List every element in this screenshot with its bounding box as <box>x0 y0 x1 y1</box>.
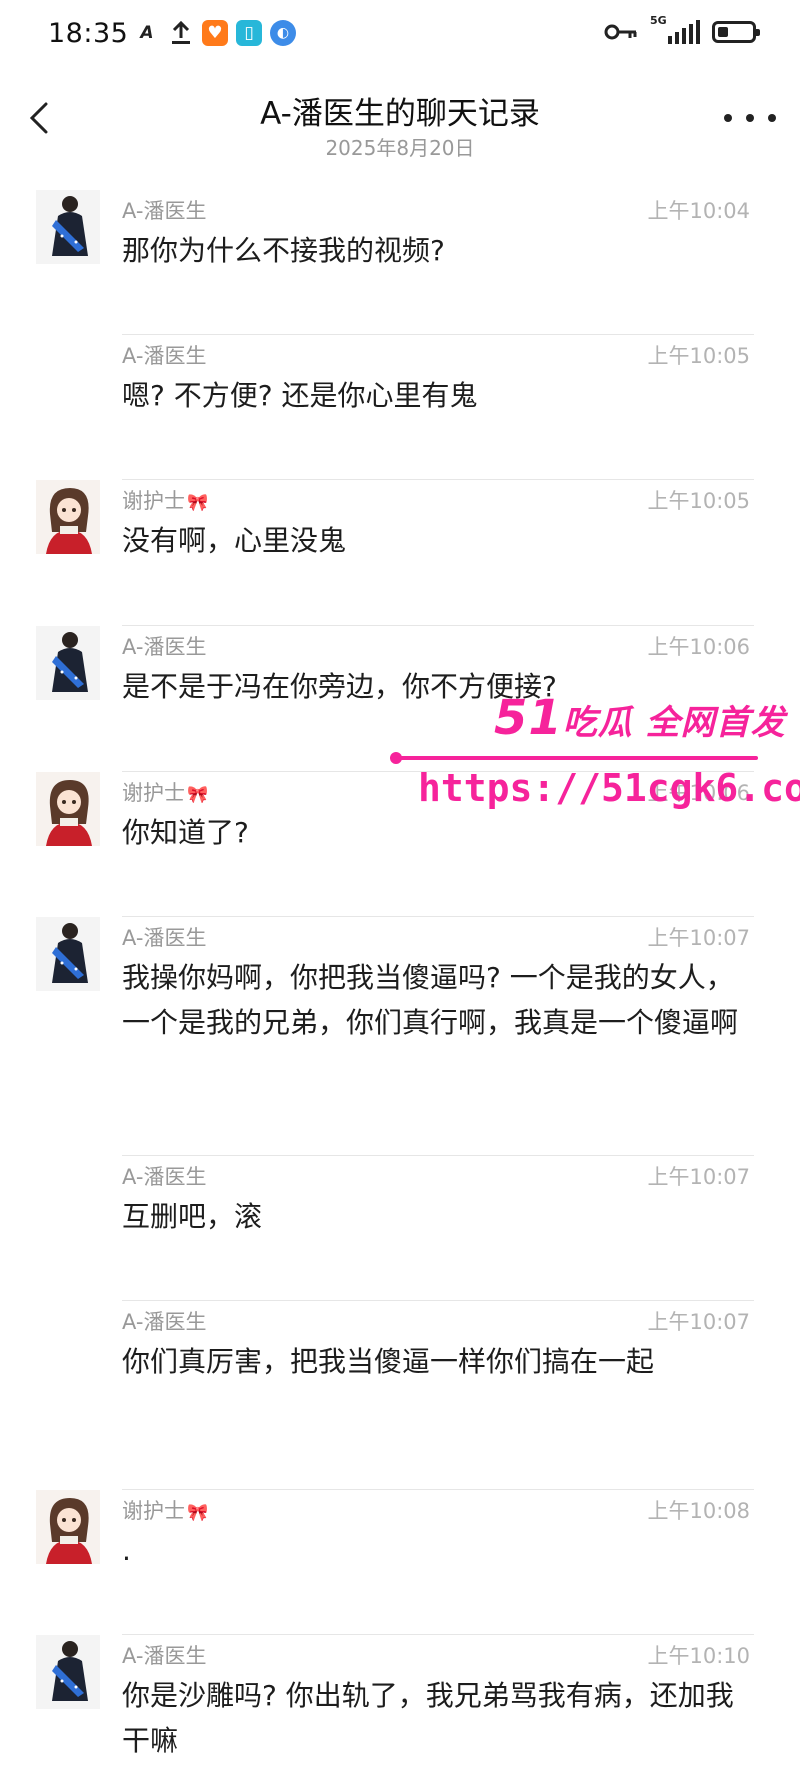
sender-name: A-潘医生 <box>122 340 206 370</box>
status-bar: 18:35 A ♥ ▯ ◐ 5G <box>0 0 800 76</box>
status-time: 18:35 <box>48 18 129 49</box>
upload-arrow-icon <box>168 20 194 46</box>
browser-app-icon: ◐ <box>270 20 296 46</box>
sender-name: 谢护士 🎀 <box>122 485 208 515</box>
status-notification-icons: A ♥ ▯ ◐ <box>134 20 296 46</box>
male-avatar[interactable] <box>36 1635 100 1709</box>
message-text: 没有啊，心里没鬼 <box>122 524 347 557</box>
message-time: 上午10:06 <box>647 635 750 659</box>
message-item[interactable]: A-潘医生 上午10:05 嗯? 不方便? 还是你心里有鬼 <box>0 335 800 480</box>
bow-icon: 🎀 <box>187 785 209 805</box>
sender-name-text: A-潘医生 <box>122 199 207 223</box>
sender-name: A-潘医生 <box>122 1306 206 1336</box>
message-item[interactable]: A-潘医生 上午10:10 你是沙雕吗? 你出轨了，我兄弟骂我有病，还加我干嘛 <box>0 1635 800 1775</box>
message-time: 上午10:07 <box>647 1165 750 1189</box>
a-letter-icon: A <box>140 23 154 43</box>
battery-icon <box>712 21 760 43</box>
message-item[interactable]: A-潘医生 上午10:07 我操你妈啊，你把我当傻逼吗? 一个是我的女人，一个是我的… <box>0 917 800 1156</box>
sender-name-text: A-潘医生 <box>122 1165 207 1189</box>
more-dot-icon <box>746 114 754 122</box>
sender-name: A-潘医生 <box>122 195 206 225</box>
signal-indicator: 5G <box>650 14 700 44</box>
message-time: 上午10:04 <box>647 199 750 223</box>
sender-name: A-潘医生 <box>122 1161 206 1191</box>
message-time: 上午10:08 <box>647 1499 750 1523</box>
message-item[interactable]: A-潘医生 上午10:07 你们真厉害，把我当傻逼一样你们搞在一起 <box>0 1301 800 1490</box>
status-right-group: 5G <box>604 14 760 44</box>
message-text: 嗯? 不方便? 还是你心里有鬼 <box>122 379 478 412</box>
network-label: 5G <box>650 14 667 27</box>
sender-name: 谢护士 🎀 <box>122 777 208 807</box>
message-item[interactable]: A-潘医生 上午10:04 那你为什么不接我的视频? <box>0 190 800 335</box>
more-dot-icon <box>724 114 732 122</box>
message-text: 你知道了? <box>122 816 249 849</box>
sender-name-text: 谢护士 <box>122 1499 185 1523</box>
sender-name: A-潘医生 <box>122 922 206 952</box>
message-item[interactable]: 谢护士 🎀 上午10:05 没有啊，心里没鬼 <box>0 480 800 626</box>
bow-icon: 🎀 <box>187 1503 209 1523</box>
message-text: 你们真厉害，把我当傻逼一样你们搞在一起 <box>122 1345 655 1378</box>
shopping-app-icon: ♥ <box>202 20 228 46</box>
key-icon <box>604 24 637 40</box>
message-item[interactable]: A-潘医生 上午10:07 互删吧，滚 <box>0 1156 800 1301</box>
sender-name-text: A-潘医生 <box>122 344 207 368</box>
bow-icon: 🎀 <box>187 493 209 513</box>
sender-name-text: 谢护士 <box>122 489 185 513</box>
message-text: 是不是于冯在你旁边，你不方便接? <box>122 670 557 703</box>
message-text: 你是沙雕吗? 你出轨了，我兄弟骂我有病，还加我干嘛 <box>122 1679 734 1757</box>
message-time: 上午10:07 <box>647 1310 750 1334</box>
male-avatar[interactable] <box>36 190 100 264</box>
message-text: . <box>122 1534 131 1567</box>
message-item[interactable]: 谢护士 🎀 上午10:06 你知道了? <box>0 772 800 917</box>
message-time: 上午10:07 <box>647 926 750 950</box>
message-text: 我操你妈啊，你把我当傻逼吗? 一个是我的女人，一个是我的兄弟，你们真行啊，我真是… <box>122 961 739 1039</box>
sender-name-text: 谢护士 <box>122 781 185 805</box>
male-avatar[interactable] <box>36 917 100 991</box>
page-date: 2025年8月20日 <box>325 136 475 160</box>
male-avatar[interactable] <box>36 626 100 700</box>
reader-app-icon: ▯ <box>236 20 262 46</box>
chat-history-header: A-潘医生的聊天记录 2025年8月20日 <box>0 76 800 162</box>
page-title: A-潘医生的聊天记录 <box>260 96 540 132</box>
sender-name-text: A-潘医生 <box>122 1310 207 1334</box>
sender-name: A-潘医生 <box>122 1640 206 1670</box>
sender-name: A-潘医生 <box>122 631 206 661</box>
sender-name-text: A-潘医生 <box>122 635 207 659</box>
message-time: 上午10:06 <box>647 781 750 805</box>
message-text: 互删吧，滚 <box>122 1200 263 1233</box>
female-avatar[interactable] <box>36 772 100 846</box>
message-text: 那你为什么不接我的视频? <box>122 234 445 267</box>
more-dot-icon <box>768 114 776 122</box>
female-avatar[interactable] <box>36 480 100 554</box>
sender-name-text: A-潘医生 <box>122 1644 207 1668</box>
more-options-button[interactable] <box>724 106 776 130</box>
sender-name-text: A-潘医生 <box>122 926 207 950</box>
battery-level-fill <box>718 27 728 37</box>
message-item[interactable]: A-潘医生 上午10:06 是不是于冯在你旁边，你不方便接? <box>0 626 800 772</box>
message-time: 上午10:05 <box>647 344 750 368</box>
sender-name: 谢护士 🎀 <box>122 1495 208 1525</box>
message-time: 上午10:05 <box>647 489 750 513</box>
message-item[interactable]: 谢护士 🎀 上午10:08. <box>0 1490 800 1635</box>
message-time: 上午10:10 <box>647 1644 750 1668</box>
female-avatar[interactable] <box>36 1490 100 1564</box>
